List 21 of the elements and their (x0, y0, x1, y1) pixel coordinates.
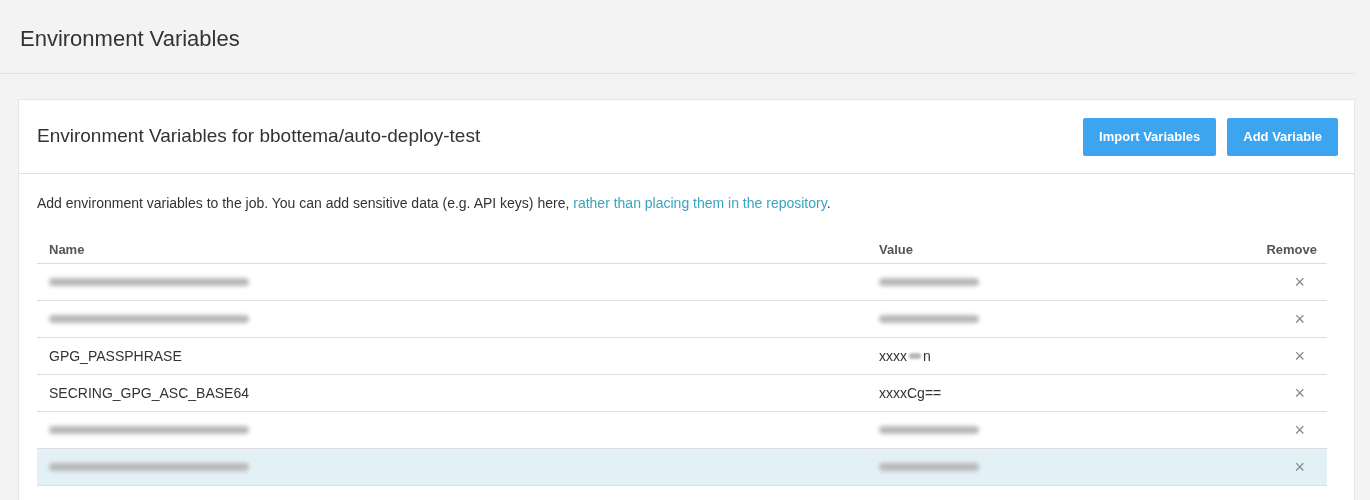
add-button[interactable]: Add Variable (1227, 117, 1338, 156)
remove-button[interactable]: × (1294, 310, 1305, 328)
column-header: Remove (1266, 240, 1318, 259)
redaction-mark (909, 353, 921, 359)
column-header: Name (48, 240, 86, 259)
variable-value: n (923, 346, 931, 366)
variable-value: xxxxCg== (879, 383, 942, 403)
description-text: Add environment variables to the job. You can add sensitive data (e.g. API keys) here, rather than placing them in the repository. (37, 194, 832, 213)
import-button[interactable]: Import Variables (1083, 117, 1217, 156)
variable-name: SECRING_GPG_ASC_BASE64 (49, 383, 249, 403)
remove-button[interactable]: × (1294, 347, 1305, 365)
repository-link[interactable]: rather than placing them in the repository (573, 195, 827, 211)
variable-value: xxxx (879, 346, 907, 366)
card-title: Environment Variables for bbottema/auto-deploy-test (37, 124, 481, 149)
remove-button[interactable]: × (1294, 421, 1305, 439)
remove-button[interactable]: × (1294, 384, 1305, 402)
variable-name: GPG_PASSPHRASE (49, 346, 182, 366)
remove-button[interactable]: × (1294, 458, 1305, 476)
page-title: Environment Variables (20, 25, 241, 53)
column-header: Value (879, 240, 914, 259)
remove-button[interactable]: × (1294, 273, 1305, 291)
